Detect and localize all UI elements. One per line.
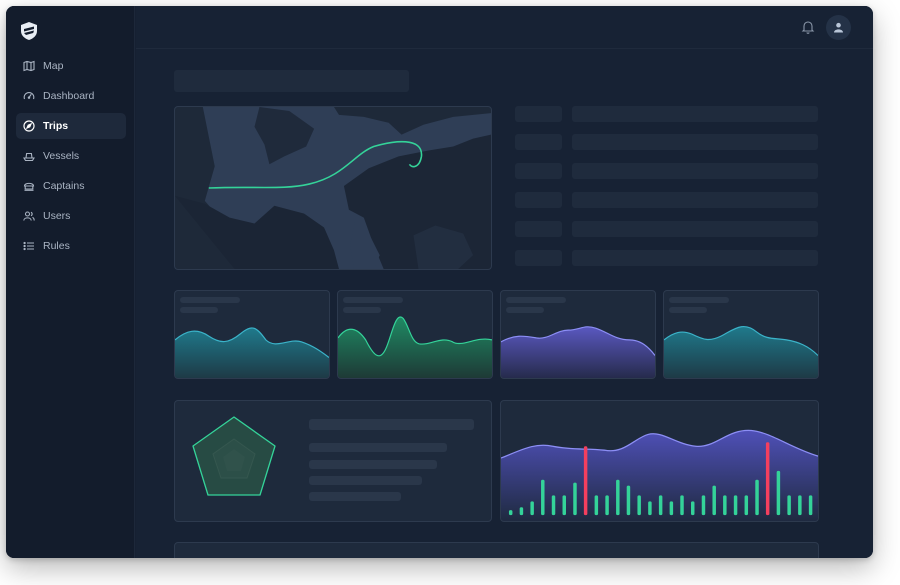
summary-line-placeholder (309, 476, 422, 485)
sidebar-item-label: Map (43, 60, 64, 72)
page-title-placeholder (174, 70, 409, 92)
list-icon (23, 241, 34, 251)
activity-bar (616, 479, 620, 516)
detail-row-value (572, 192, 818, 208)
activity-bar (648, 501, 652, 516)
detail-row-value (572, 221, 818, 237)
activity-bar (712, 485, 716, 516)
ship-icon (23, 152, 35, 162)
activity-bar (723, 495, 727, 516)
activity-bar (594, 495, 599, 516)
activity-bar (808, 495, 813, 516)
activity-bar (691, 501, 695, 516)
sidebar-nav: Map Dashboard Trips Vessels Captains Use… (16, 53, 126, 263)
summary-title-placeholder (309, 419, 474, 430)
activity-bar (519, 507, 524, 516)
activity-bar (701, 495, 706, 516)
detail-row-key (515, 221, 562, 237)
sidebar-item-trips[interactable]: Trips (16, 113, 126, 139)
detail-row-value (572, 106, 818, 122)
metric-area-chart (664, 326, 818, 378)
detail-row-key (515, 163, 562, 179)
metric-area-chart (175, 327, 329, 378)
sidebar-item-label: Vessels (43, 150, 80, 162)
detail-row-key (515, 250, 562, 266)
sidebar-item-label: Users (43, 210, 71, 222)
metric-area-chart (501, 326, 655, 378)
bottom-panel (174, 542, 819, 558)
speedometer-icon (23, 92, 35, 100)
trip-map[interactable] (174, 106, 492, 270)
detail-row-key (515, 106, 562, 122)
activity-bar (733, 495, 738, 516)
user-icon (834, 22, 843, 33)
sidebar-item-captains[interactable]: Captains (16, 173, 126, 199)
summary-line-placeholder (309, 443, 447, 452)
bell-icon[interactable] (801, 20, 815, 34)
shield-logo-icon[interactable] (21, 22, 37, 40)
sidebar-item-label: Rules (43, 240, 70, 252)
trip-map-image (175, 107, 491, 269)
activity-bar (551, 495, 556, 516)
activity-bar (658, 495, 663, 516)
avatar[interactable] (826, 15, 851, 40)
detail-row-value (572, 134, 818, 150)
activity-bar (798, 495, 802, 516)
metric-card[interactable] (500, 290, 656, 379)
top-bar (136, 6, 873, 49)
sidebar-item-dashboard[interactable]: Dashboard (16, 83, 126, 109)
metric-card[interactable] (174, 290, 330, 379)
activity-bar (605, 495, 609, 516)
sidebar-item-label: Dashboard (43, 90, 95, 102)
metric-card[interactable] (663, 290, 819, 379)
detail-row-value (572, 163, 818, 179)
captain-hat-icon (23, 182, 35, 191)
activity-bar (583, 446, 588, 516)
activity-bar (755, 479, 759, 516)
summary-line-placeholder (309, 460, 437, 469)
sidebar-item-label: Captains (43, 180, 85, 192)
activity-bar (626, 485, 631, 516)
activity-combined-chart (501, 429, 818, 521)
main-content (136, 6, 873, 558)
sidebar-item-users[interactable]: Users (16, 203, 126, 229)
pentagon-radar-chart (192, 416, 276, 496)
sidebar-item-vessels[interactable]: Vessels (16, 143, 126, 169)
summary-card[interactable] (174, 400, 492, 522)
users-icon (23, 211, 35, 221)
activity-bar (744, 495, 749, 516)
activity-bar (530, 501, 534, 516)
metric-area-chart (338, 316, 492, 378)
activity-bar (573, 482, 577, 516)
sidebar-item-label: Trips (43, 120, 69, 132)
activity-bar (508, 510, 513, 516)
activity-bar (787, 495, 791, 516)
activity-bar (541, 479, 545, 516)
app-window: Map Dashboard Trips Vessels Captains Use… (6, 6, 873, 558)
summary-line-placeholder (309, 492, 401, 501)
compass-icon (23, 120, 35, 132)
metric-card[interactable] (337, 290, 493, 379)
detail-row-key (515, 134, 562, 150)
map-icon (23, 60, 35, 72)
sidebar: Map Dashboard Trips Vessels Captains Use… (6, 6, 135, 558)
detail-row-key (515, 192, 562, 208)
activity-bar (637, 495, 641, 516)
activity-bar (669, 501, 674, 516)
activity-bar (680, 495, 684, 516)
activity-bar (562, 495, 566, 516)
detail-row-value (572, 250, 818, 266)
sidebar-item-map[interactable]: Map (16, 53, 126, 79)
sidebar-item-rules[interactable]: Rules (16, 233, 126, 259)
activity-bar (776, 470, 781, 516)
activity-bar (765, 442, 770, 516)
activity-chart-card[interactable] (500, 400, 819, 522)
